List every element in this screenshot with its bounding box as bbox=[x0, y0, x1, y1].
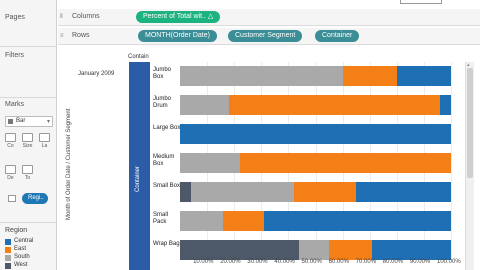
bar-segment[interactable] bbox=[356, 182, 451, 202]
size-mark-button[interactable]: Size bbox=[21, 133, 34, 153]
mark-type-dropdown[interactable]: Bar ▾ bbox=[5, 116, 53, 127]
mark-button-label: Size bbox=[22, 143, 33, 149]
x-tick-label: 90.00% bbox=[409, 259, 431, 265]
tableau-window: Pages Filters Marks Bar ▾ Co Size La De … bbox=[0, 0, 480, 270]
x-tick-label: 70.00% bbox=[355, 259, 377, 265]
legend-swatch bbox=[5, 263, 11, 269]
columns-shelf-label: Columns bbox=[72, 13, 100, 20]
bar-segment[interactable] bbox=[396, 66, 451, 86]
category-label: Large Box bbox=[153, 125, 181, 131]
marks-card-title: Marks bbox=[5, 101, 25, 108]
category-label: Jumbo Box bbox=[153, 67, 172, 80]
category-label: Small Pack bbox=[153, 212, 169, 225]
vertical-axis-title-text: Month of Order Date / Customer Segment bbox=[66, 108, 72, 220]
x-tick-label: 60.00% bbox=[328, 259, 349, 265]
mark-button-label: Co bbox=[7, 143, 14, 149]
label-icon bbox=[39, 133, 50, 142]
container-pill[interactable]: Container bbox=[315, 30, 360, 42]
x-tick-label: 50.00% bbox=[301, 259, 322, 265]
month-label: January 2009 bbox=[78, 71, 115, 77]
gridline bbox=[451, 62, 452, 260]
scroll-thumb[interactable] bbox=[467, 68, 473, 178]
category-label: Wrap Bag bbox=[153, 241, 180, 247]
bar-segment[interactable] bbox=[180, 182, 191, 202]
bar-segment[interactable] bbox=[190, 182, 294, 202]
bar-segment[interactable] bbox=[239, 153, 451, 173]
customer-segment-pill[interactable]: Customer Segment bbox=[228, 30, 303, 42]
legend-label: West bbox=[14, 262, 28, 268]
x-tick-label: 80.00% bbox=[382, 259, 404, 265]
bar-segment[interactable] bbox=[180, 240, 300, 260]
mark-type-label: Bar bbox=[16, 118, 26, 124]
category-label: Medium Box bbox=[153, 154, 175, 167]
color-encoding-icon bbox=[8, 195, 16, 202]
vertical-scrollbar[interactable]: ▴ bbox=[465, 62, 474, 270]
x-tick-label: 10.00% bbox=[193, 259, 214, 265]
left-cards-panel: Pages Filters Marks Bar ▾ Co Size La De … bbox=[0, 0, 57, 270]
size-icon bbox=[22, 133, 33, 142]
segment-band[interactable]: Container bbox=[129, 62, 150, 270]
legend-title: Region bbox=[5, 227, 28, 234]
legend-label: South bbox=[14, 254, 30, 260]
bar-segment[interactable] bbox=[180, 124, 451, 144]
tooltip-icon bbox=[22, 165, 33, 174]
bar-segment[interactable] bbox=[293, 182, 357, 202]
color-icon bbox=[5, 133, 16, 142]
category-label: Small Box bbox=[153, 183, 181, 189]
mark-button-label: La bbox=[41, 143, 48, 149]
tooltip-mark-button[interactable]: To bbox=[21, 165, 34, 185]
container-header: Contain bbox=[128, 54, 149, 60]
bar-segment[interactable] bbox=[372, 240, 451, 260]
bar-segment[interactable] bbox=[342, 66, 397, 86]
rows-shelf[interactable]: ≡ Rows MONTH(Order Date) Customer Segmen… bbox=[58, 28, 480, 45]
pages-card-title: Pages bbox=[5, 14, 25, 21]
legend-swatch bbox=[5, 239, 11, 245]
label-mark-button[interactable]: La bbox=[38, 133, 51, 153]
dropdown-box[interactable] bbox=[400, 0, 442, 4]
legend-swatch bbox=[5, 247, 11, 253]
region-color-pill[interactable]: Regi.. bbox=[22, 193, 48, 204]
rows-shelf-label: Rows bbox=[72, 32, 90, 39]
bar-segment[interactable] bbox=[180, 153, 240, 173]
bar-mark-icon bbox=[8, 119, 13, 124]
x-tick-label: 100.00% bbox=[437, 259, 461, 265]
card-divider bbox=[0, 222, 57, 223]
filters-card-title: Filters bbox=[5, 52, 25, 59]
bar-segment[interactable] bbox=[440, 95, 451, 115]
bar-segment[interactable] bbox=[223, 211, 264, 231]
percent-of-total-pill[interactable]: Percent of Total wit.. △ bbox=[136, 11, 221, 23]
mark-button-label: To bbox=[24, 175, 31, 181]
chevron-down-icon: ▾ bbox=[46, 119, 50, 125]
mark-button-label: De bbox=[7, 175, 14, 181]
month-order-date-pill[interactable]: MONTH(Order Date) bbox=[138, 30, 217, 42]
category-label: Jumbo Drum bbox=[153, 96, 172, 109]
bar-segment[interactable] bbox=[228, 95, 441, 115]
x-tick-label: 40.00% bbox=[274, 259, 295, 265]
bar-segment[interactable] bbox=[329, 240, 373, 260]
card-divider bbox=[0, 97, 57, 98]
bar-segment[interactable] bbox=[180, 66, 343, 86]
bar-segment[interactable] bbox=[180, 95, 229, 115]
rows-icon: ≡ bbox=[60, 33, 64, 39]
x-tick-label: 30.00% bbox=[247, 259, 268, 265]
columns-icon: ⦀ bbox=[60, 14, 63, 20]
legend-swatch bbox=[5, 255, 11, 261]
color-mark-button[interactable]: Co bbox=[4, 133, 17, 153]
legend-label: East bbox=[14, 246, 27, 252]
bar-segment[interactable] bbox=[180, 211, 224, 231]
x-tick-label: 20.00% bbox=[220, 259, 241, 265]
legend-label: Central bbox=[14, 238, 34, 244]
columns-shelf[interactable]: ⦀ Columns Percent of Total wit.. △ bbox=[58, 9, 480, 26]
detail-icon bbox=[5, 165, 16, 174]
bar-chart-plot bbox=[180, 62, 454, 260]
card-divider bbox=[0, 46, 57, 47]
bar-segment[interactable] bbox=[264, 211, 451, 231]
segment-band-label: Container bbox=[135, 165, 141, 192]
detail-mark-button[interactable]: De bbox=[4, 165, 17, 185]
vertical-axis-title: Month of Order Date / Customer Segment bbox=[66, 90, 74, 220]
bar-segment[interactable] bbox=[299, 240, 330, 260]
